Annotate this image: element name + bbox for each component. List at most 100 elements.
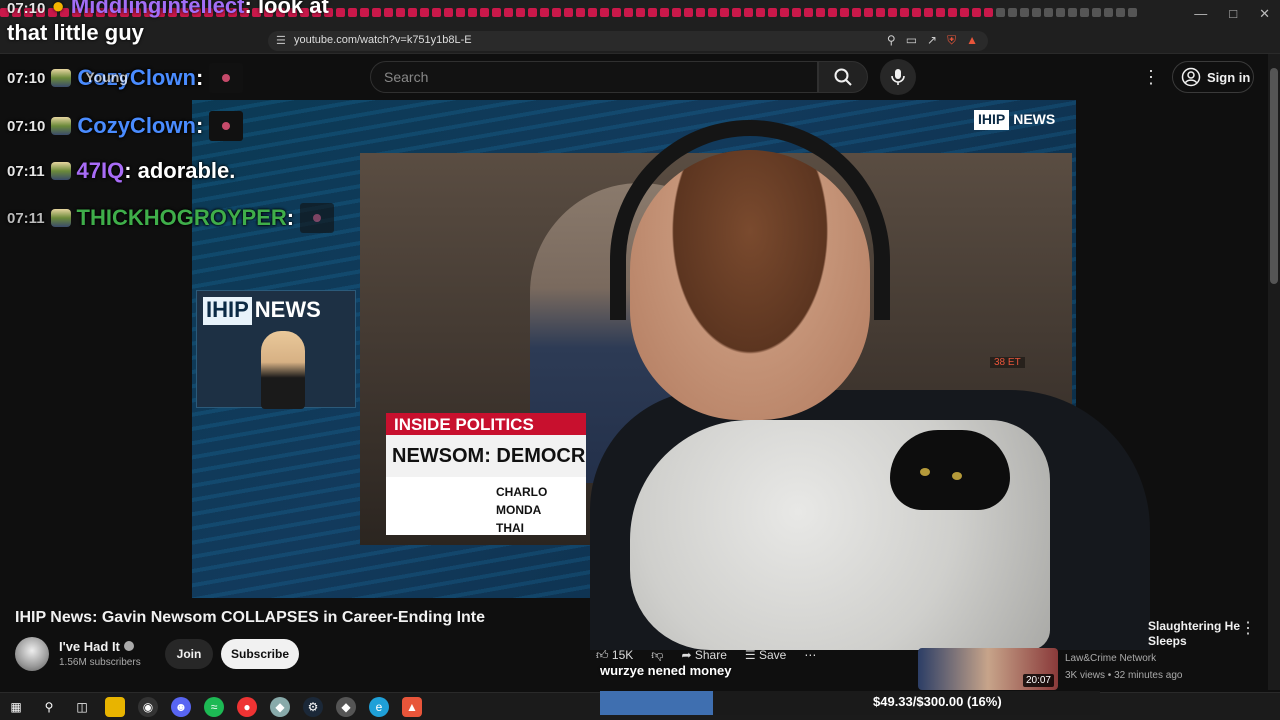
edge-icon[interactable]: e: [369, 697, 389, 717]
tab[interactable]: [948, 8, 957, 17]
recommendation-menu-icon[interactable]: ⋮: [1240, 618, 1256, 638]
tab[interactable]: [864, 8, 873, 17]
tab[interactable]: [768, 8, 777, 17]
tab[interactable]: [936, 8, 945, 17]
zoom-icon[interactable]: ⚲: [887, 33, 896, 48]
minimize-icon[interactable]: —: [1194, 6, 1207, 22]
tab[interactable]: [1020, 8, 1029, 17]
discord-icon[interactable]: ☻: [171, 697, 191, 717]
tab[interactable]: [528, 8, 537, 17]
save-button[interactable]: ☰ Save: [745, 648, 786, 662]
obs-icon[interactable]: ◉: [138, 697, 158, 717]
tab[interactable]: [564, 8, 573, 17]
page-scrollbar[interactable]: [1268, 54, 1280, 690]
tab[interactable]: [672, 8, 681, 17]
settings-menu-icon[interactable]: ⋮: [1142, 67, 1160, 88]
tab[interactable]: [456, 8, 465, 17]
tab[interactable]: [792, 8, 801, 17]
tab[interactable]: [696, 8, 705, 17]
tab[interactable]: [492, 8, 501, 17]
tab[interactable]: [384, 8, 393, 17]
windows-start-icon[interactable]: ▦: [6, 697, 26, 717]
cast-icon[interactable]: ▭: [906, 33, 917, 48]
tab[interactable]: [408, 8, 417, 17]
tab[interactable]: [420, 8, 429, 17]
tab[interactable]: [1056, 8, 1065, 17]
tab[interactable]: [648, 8, 657, 17]
recommended-video-thumbnail[interactable]: 20:07: [918, 648, 1058, 690]
share-icon[interactable]: ↗: [927, 33, 937, 48]
tab[interactable]: [600, 8, 609, 17]
tab[interactable]: [612, 8, 621, 17]
tab[interactable]: [720, 8, 729, 17]
scrollbar-thumb[interactable]: [1270, 68, 1278, 284]
tab[interactable]: [804, 8, 813, 17]
tab[interactable]: [1032, 8, 1041, 17]
tab[interactable]: [924, 8, 933, 17]
more-actions-icon[interactable]: ⋯: [804, 648, 816, 662]
spotify-icon[interactable]: ≈: [204, 697, 224, 717]
tab[interactable]: [756, 8, 765, 17]
tab[interactable]: [552, 8, 561, 17]
app-icon[interactable]: ◆: [270, 697, 290, 717]
tab[interactable]: [828, 8, 837, 17]
tab[interactable]: [432, 8, 441, 17]
tab[interactable]: [816, 8, 825, 17]
file-explorer-icon[interactable]: [105, 697, 125, 717]
rewards-icon[interactable]: ▲: [966, 33, 978, 48]
tab[interactable]: [1080, 8, 1089, 17]
share-button[interactable]: ➦ Share: [681, 648, 726, 662]
app-icon[interactable]: ◆: [336, 697, 356, 717]
tab[interactable]: [660, 8, 669, 17]
sign-in-button[interactable]: Sign in: [1172, 61, 1254, 93]
url-field[interactable]: ☰ youtube.com/watch?v=k751y1b8L-E ⚲ ▭ ↗ …: [268, 31, 988, 51]
tab[interactable]: [1092, 8, 1101, 17]
like-button[interactable]: 👍︎ 15K: [596, 648, 633, 663]
tab[interactable]: [1104, 8, 1113, 17]
tab[interactable]: [1008, 8, 1017, 17]
maximize-icon[interactable]: □: [1229, 6, 1237, 22]
tab[interactable]: [996, 8, 1005, 17]
tab[interactable]: [876, 8, 885, 17]
tab[interactable]: [624, 8, 633, 17]
voice-search-button[interactable]: [880, 59, 916, 95]
brave-icon[interactable]: ▲: [402, 697, 422, 717]
tab[interactable]: [972, 8, 981, 17]
tab[interactable]: [516, 8, 525, 17]
tab[interactable]: [1116, 8, 1125, 17]
tab[interactable]: [636, 8, 645, 17]
close-icon[interactable]: ✕: [1259, 6, 1270, 22]
tab[interactable]: [684, 8, 693, 17]
search-input[interactable]: Search: [370, 61, 818, 93]
tab[interactable]: [396, 8, 405, 17]
join-button[interactable]: Join: [165, 639, 213, 669]
chrome-icon[interactable]: ●: [237, 697, 257, 717]
search-icon[interactable]: ⚲: [39, 697, 59, 717]
subscribe-button[interactable]: Subscribe: [221, 639, 299, 669]
steam-icon[interactable]: ⚙: [303, 697, 323, 717]
tab[interactable]: [588, 8, 597, 17]
tab[interactable]: [1068, 8, 1077, 17]
tab[interactable]: [912, 8, 921, 17]
tab[interactable]: [360, 8, 369, 17]
tab[interactable]: [708, 8, 717, 17]
tab[interactable]: [888, 8, 897, 17]
tab[interactable]: [732, 8, 741, 17]
tab[interactable]: [984, 8, 993, 17]
channel-name[interactable]: I've Had It: [59, 639, 134, 654]
tab[interactable]: [504, 8, 513, 17]
tab[interactable]: [780, 8, 789, 17]
tab[interactable]: [852, 8, 861, 17]
tab[interactable]: [960, 8, 969, 17]
tab[interactable]: [840, 8, 849, 17]
brave-shield-icon[interactable]: ⛨: [947, 33, 956, 48]
tab[interactable]: [468, 8, 477, 17]
tab[interactable]: [444, 8, 453, 17]
dislike-button[interactable]: 👎︎: [651, 648, 663, 663]
search-button[interactable]: [818, 61, 868, 93]
tab[interactable]: [576, 8, 585, 17]
tab[interactable]: [480, 8, 489, 17]
tab[interactable]: [372, 8, 381, 17]
recommended-channel-name[interactable]: Law&Crime Network: [1065, 653, 1156, 664]
tab[interactable]: [744, 8, 753, 17]
